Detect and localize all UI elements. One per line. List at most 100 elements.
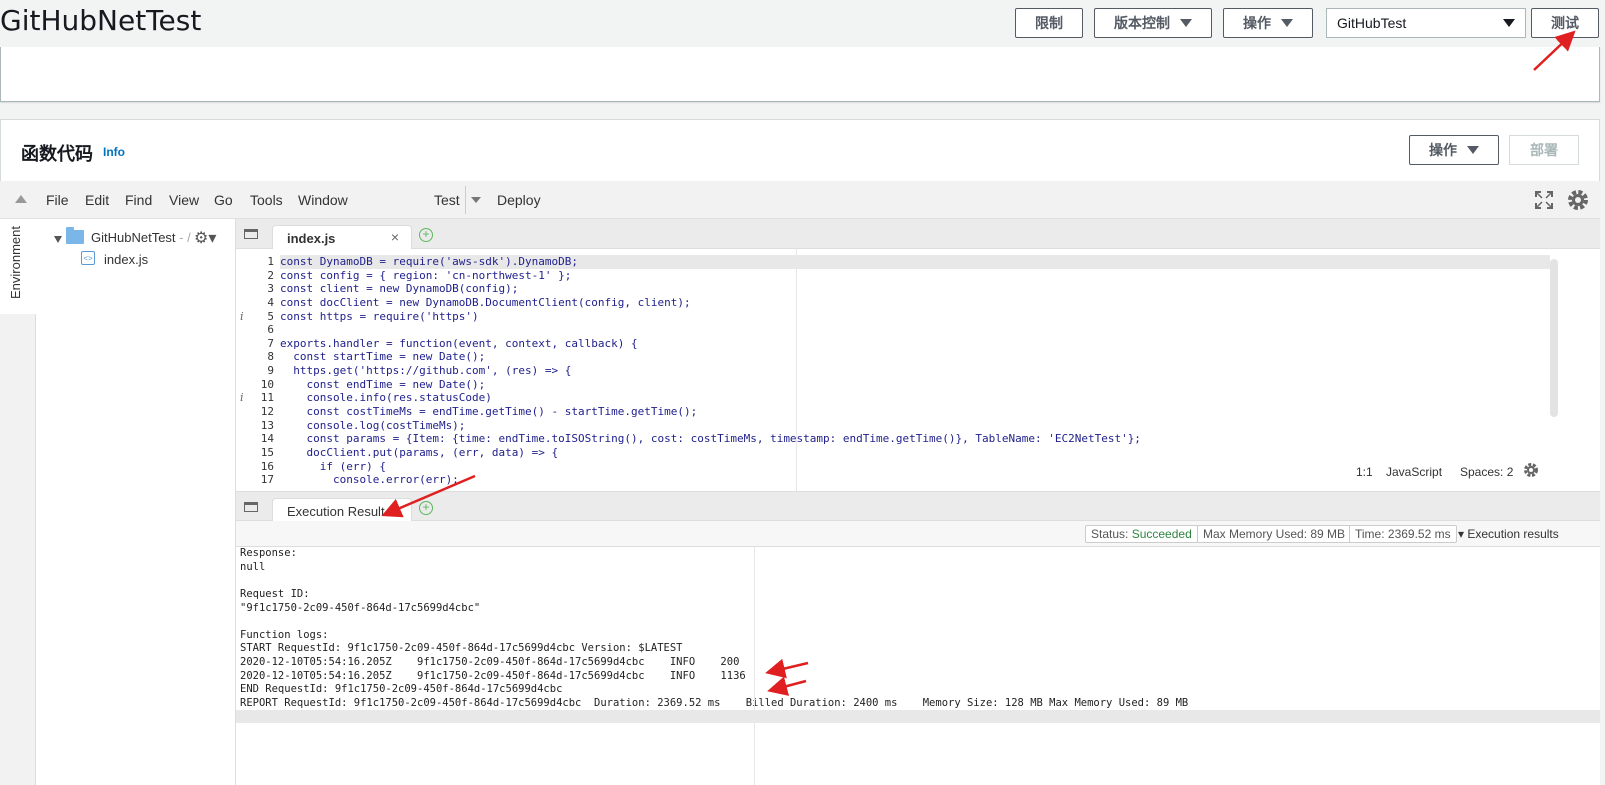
line-number: i5 [236, 310, 274, 324]
tab-execution-result[interactable]: Execution Result × [272, 498, 412, 522]
tab-execution-result-label: Execution Result [287, 504, 385, 519]
deploy-button[interactable]: 部署 [1509, 135, 1579, 165]
menu-edit[interactable]: Edit [85, 192, 109, 208]
line-number-text: 3 [267, 282, 274, 296]
execution-output[interactable]: Response: null Request ID: "9f1c1750-2c09-4… [236, 547, 1600, 785]
line-number-text: 14 [260, 432, 274, 446]
editor-area: index.js × + 1 2 3 4 i 5 6 7 8 9 10 i 11 12 13 14 15 16 17… [236, 219, 1600, 785]
line-number-text: 10 [260, 377, 274, 391]
close-icon[interactable]: × [391, 229, 399, 245]
info-marker-icon[interactable]: i [240, 310, 244, 324]
result-tabbar: Execution Result × + [236, 491, 1600, 522]
cursor-position: 1:1 [1356, 465, 1373, 479]
execution-results-label: Execution results [1467, 527, 1559, 541]
environment-sidebar: Environment [0, 219, 36, 785]
info-marker-icon[interactable]: i [240, 391, 244, 405]
tab-list-icon[interactable] [244, 502, 258, 512]
output-line: null [240, 560, 266, 573]
menu-find[interactable]: Find [125, 192, 152, 208]
test-event-select[interactable]: GitHubTest [1326, 8, 1526, 38]
output-line: "9f1c1750-2c09-450f-864d-17c5699d4cbc" [240, 601, 481, 614]
gear-icon[interactable] [1564, 186, 1592, 214]
line-number-text: 1 [267, 255, 274, 268]
tab-list-icon[interactable] [244, 229, 258, 239]
collapse-up-icon[interactable] [15, 195, 27, 203]
code-line: const DynamoDB = require('aws-sdk').Dyna… [280, 255, 1550, 269]
divider [465, 186, 466, 214]
test-button[interactable]: 测试 [1531, 8, 1599, 38]
menu-test[interactable]: Test [434, 192, 460, 208]
line-number-text: 11 [260, 391, 274, 405]
line-number: 1 [236, 255, 274, 269]
menu-file[interactable]: File [46, 192, 69, 208]
code-line: const client = new DynamoDB(config); [280, 282, 519, 296]
menu-tools[interactable]: Tools [250, 192, 283, 208]
print-margin [754, 547, 755, 785]
code-line: exports.handler = function(event, contex… [280, 336, 638, 350]
editor-scrollbar[interactable] [1550, 259, 1558, 417]
line-number: 6 [236, 323, 274, 337]
code-line: const endTime = new Date(); [280, 377, 486, 391]
throttle-button[interactable]: 限制 [1015, 8, 1083, 38]
line-number-text: 7 [267, 336, 274, 350]
tree-root-label[interactable]: GitHubNetTest - / [91, 230, 191, 245]
line-number: 9 [236, 364, 274, 378]
test-event-value: GitHubTest [1337, 15, 1407, 31]
close-icon[interactable]: × [389, 502, 397, 518]
code-editor[interactable]: 1 2 3 4 i 5 6 7 8 9 10 i 11 12 13 14 15 16 17 const Dynamo… [236, 249, 1600, 491]
chevron-down-icon [1467, 146, 1479, 154]
language-mode[interactable]: JavaScript [1386, 465, 1442, 479]
output-line: 2020-12-10T05:54:16.205Z 9f1c1750-2c09-4… [240, 669, 746, 682]
function-name-title: GitHubNetTest [0, 4, 202, 37]
tree-file-index-js[interactable]: index.js [104, 252, 148, 267]
panel-title: 函数代码 [21, 144, 93, 165]
output-line: Request ID: [240, 587, 310, 600]
new-tab-icon[interactable]: + [419, 228, 433, 242]
execution-results-toggle[interactable]: ▾ Execution results [1458, 527, 1559, 541]
line-number: 7 [236, 337, 274, 351]
chevron-down-icon[interactable] [471, 197, 481, 203]
chevron-down-icon [1180, 19, 1192, 27]
gear-icon[interactable] [1522, 461, 1540, 479]
line-number: 12 [236, 405, 274, 419]
line-number-text: 6 [267, 323, 274, 337]
version-control-label: 版本控制 [1114, 16, 1170, 32]
menu-view[interactable]: View [169, 192, 199, 208]
tree-settings-icon[interactable]: ⚙▾ [194, 228, 216, 248]
expand-arrow-icon[interactable] [54, 236, 62, 243]
menu-window[interactable]: Window [298, 192, 348, 208]
line-number: 10 [236, 378, 274, 392]
indent-setting[interactable]: Spaces: 2 [1460, 465, 1513, 479]
menu-deploy[interactable]: Deploy [497, 192, 541, 208]
line-number-text: 17 [260, 473, 274, 487]
menu-go[interactable]: Go [214, 192, 233, 208]
new-tab-icon[interactable]: + [419, 501, 433, 515]
info-link[interactable]: Info [103, 145, 125, 159]
code-line: docClient.put(params, (err, data) => { [280, 445, 559, 459]
line-number: 15 [236, 446, 274, 460]
status-badge: Status: Succeeded [1085, 525, 1198, 543]
output-line: START RequestId: 9f1c1750-2c09-450f-864d… [240, 642, 683, 655]
notification-banner [0, 47, 1600, 102]
environment-tab[interactable]: Environment [0, 219, 36, 314]
actions-label: 操作 [1243, 16, 1271, 32]
fullscreen-icon[interactable] [1533, 189, 1555, 211]
code-line: const startTime = new Date(); [280, 350, 486, 364]
chevron-down-icon [1281, 19, 1293, 27]
line-number: 3 [236, 282, 274, 296]
version-control-button[interactable]: 版本控制 [1094, 8, 1212, 38]
lambda-console-page: GitHubNetTest 限制 版本控制 操作 GitHubTest 测试 函… [0, 0, 1605, 785]
line-number: 2 [236, 269, 274, 283]
execution-status-row: Status: Succeeded Max Memory Used: 89 MB… [236, 521, 1600, 547]
code-lines[interactable]: const DynamoDB = require('aws-sdk').Dyna… [280, 255, 1550, 487]
tab-index-js[interactable]: index.js × [272, 225, 412, 249]
code-line: const config = { region: 'cn-northwest-1… [280, 268, 572, 282]
actions-button[interactable]: 操作 [1223, 8, 1313, 38]
page-header: GitHubNetTest 限制 版本控制 操作 GitHubTest 测试 [0, 0, 1605, 47]
status-label: Status: [1091, 527, 1129, 541]
test-button-label: 测试 [1551, 16, 1579, 32]
folder-icon [66, 227, 84, 244]
panel-actions-button[interactable]: 操作 [1409, 135, 1499, 165]
output-line: END RequestId: 9f1c1750-2c09-450f-864d-1… [240, 683, 563, 696]
